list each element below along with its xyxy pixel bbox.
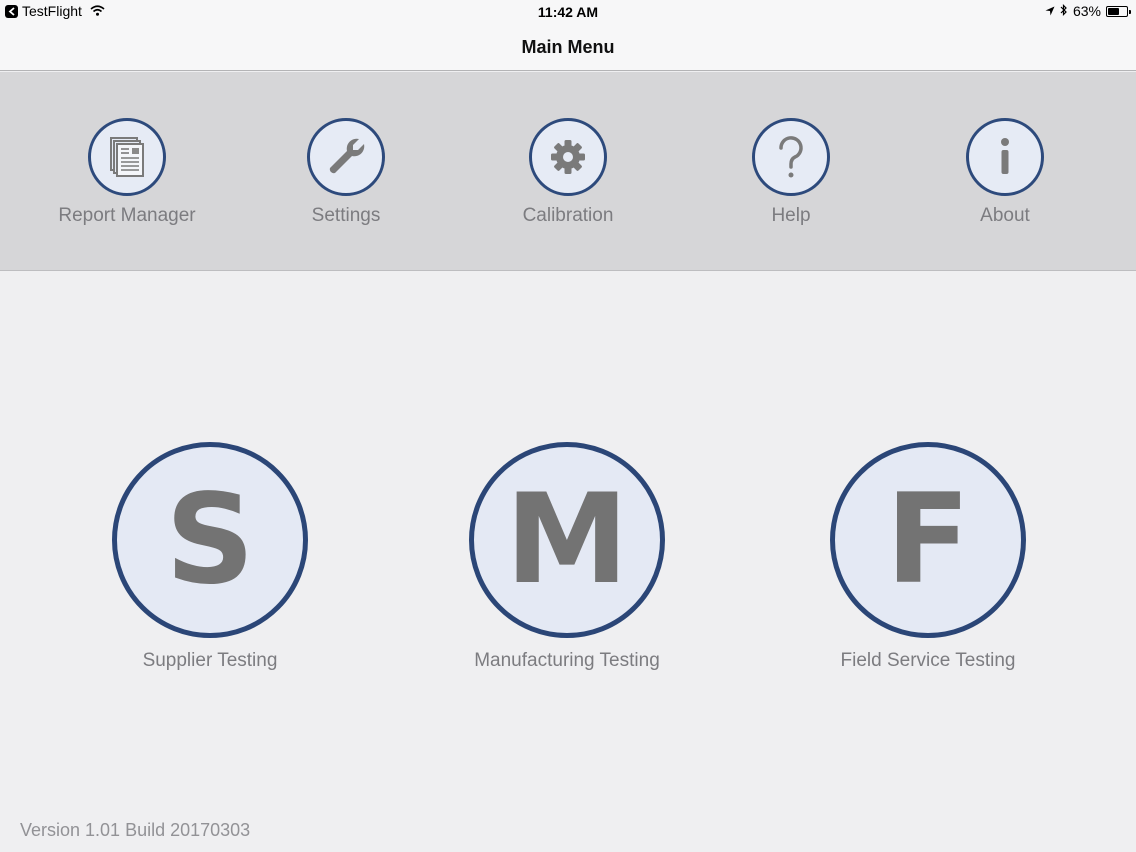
navigation-bar: Main Menu — [0, 24, 1136, 71]
settings-circle[interactable] — [307, 118, 385, 196]
settings-label: Settings — [311, 205, 381, 226]
calibration-button[interactable]: Calibration — [468, 118, 668, 227]
info-icon — [1001, 138, 1009, 174]
report-manager-button[interactable]: Report Manager — [27, 118, 227, 227]
report-manager-label: Report Manager — [58, 205, 196, 226]
question-icon — [779, 136, 803, 178]
status-time: 11:42 AM — [537, 4, 599, 20]
gear-icon — [551, 140, 585, 174]
manufacturing-testing-circle[interactable]: M — [469, 442, 665, 638]
about-circle[interactable] — [966, 118, 1044, 196]
help-button[interactable]: Help — [691, 118, 891, 227]
manufacturing-testing-letter: M — [505, 468, 629, 612]
settings-button[interactable]: Settings — [246, 118, 446, 227]
status-bar: TestFlight 11:42 AM 63% — [0, 0, 1136, 24]
about-label: About — [980, 205, 1030, 226]
field-service-testing-letter: F — [885, 468, 971, 612]
field-service-testing-label: Field Service Testing — [840, 650, 1016, 671]
page-title: Main Menu — [521, 36, 615, 57]
supplier-testing-letter: S — [165, 468, 255, 612]
report-manager-circle[interactable] — [88, 118, 166, 196]
battery-fill — [1108, 7, 1120, 15]
supplier-testing-button[interactable]: S Supplier Testing — [80, 442, 340, 672]
supplier-testing-circle[interactable]: S — [112, 442, 308, 638]
help-label: Help — [771, 205, 811, 226]
wrench-icon — [329, 138, 365, 174]
battery-percent: 63% — [1072, 3, 1101, 19]
version-label: Version 1.01 Build 20170303 — [20, 820, 251, 840]
calibration-label: Calibration — [522, 205, 614, 226]
calibration-circle[interactable] — [529, 118, 607, 196]
supplier-testing-label: Supplier Testing — [142, 650, 278, 671]
manufacturing-testing-label: Manufacturing Testing — [474, 650, 660, 671]
location-icon — [1045, 3, 1055, 19]
documents-icon — [110, 137, 144, 177]
about-button[interactable]: About — [905, 118, 1105, 227]
bluetooth-icon — [1060, 3, 1068, 19]
manufacturing-testing-button[interactable]: M Manufacturing Testing — [437, 442, 697, 672]
battery-icon — [1106, 5, 1131, 17]
utility-toolbar: Report Manager Settings Calibration Help… — [0, 72, 1136, 271]
help-circle[interactable] — [752, 118, 830, 196]
field-service-testing-button[interactable]: F Field Service Testing — [798, 442, 1058, 672]
battery-tip — [1129, 9, 1131, 14]
field-service-testing-circle[interactable]: F — [830, 442, 1026, 638]
